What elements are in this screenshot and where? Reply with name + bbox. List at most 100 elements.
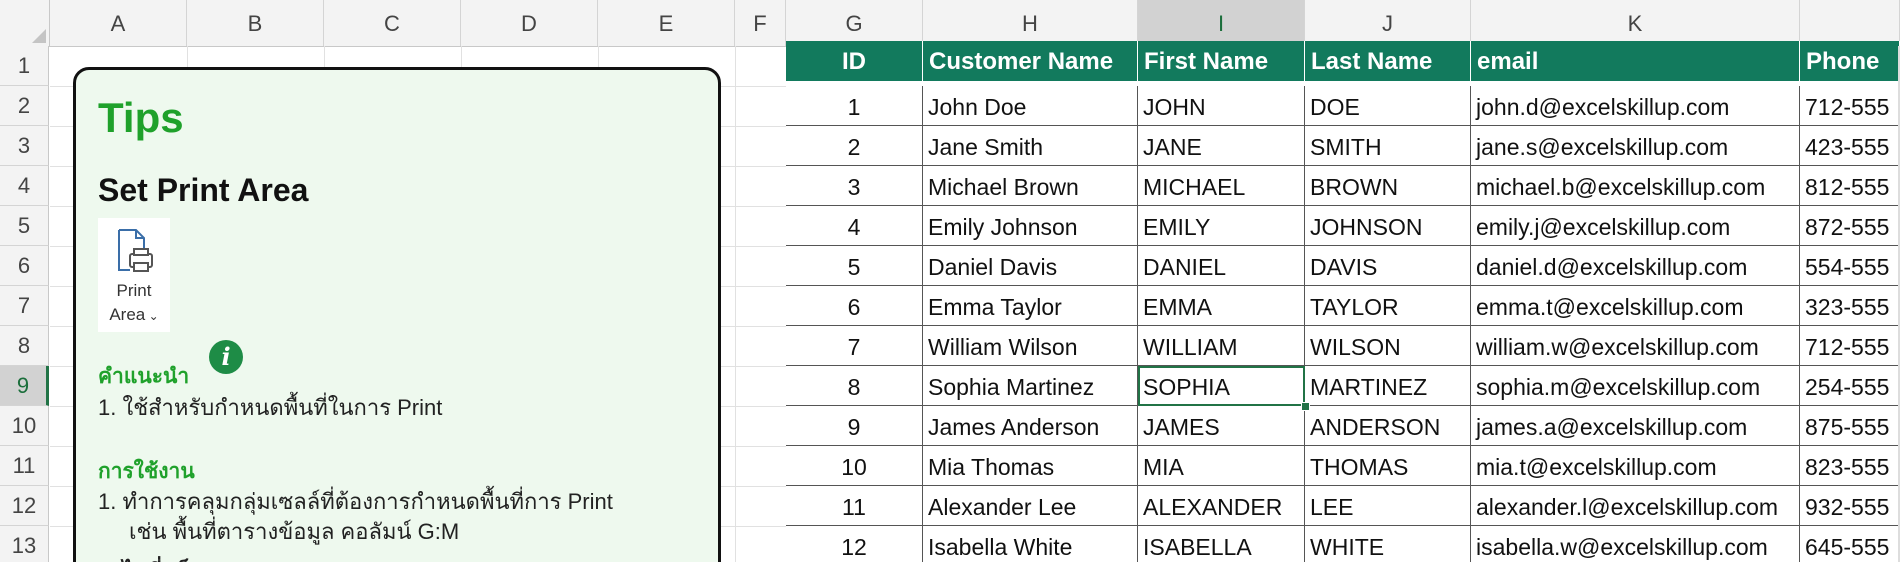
table-cell-email[interactable]: mia.t@excelskillup.com bbox=[1471, 446, 1800, 486]
row-header-5[interactable]: 5 bbox=[0, 206, 49, 246]
table-cell-customer-name[interactable]: Mia Thomas bbox=[923, 446, 1138, 486]
table-cell-customer-name[interactable]: John Doe bbox=[923, 86, 1138, 126]
table-cell-customer-name[interactable]: Emma Taylor bbox=[923, 286, 1138, 326]
table-cell-first-name[interactable]: JANE bbox=[1138, 126, 1305, 166]
table-cell-id[interactable]: 6 bbox=[786, 286, 923, 326]
table-cell-phone[interactable]: 875-555 bbox=[1800, 406, 1900, 446]
table-cell-id[interactable]: 10 bbox=[786, 446, 923, 486]
table-cell-id[interactable]: 8 bbox=[786, 366, 923, 406]
table-cell-id[interactable]: 3 bbox=[786, 166, 923, 206]
table-cell-last-name[interactable]: DAVIS bbox=[1305, 246, 1471, 286]
table-cell-last-name[interactable]: MARTINEZ bbox=[1305, 366, 1471, 406]
column-header-i[interactable]: I bbox=[1138, 0, 1305, 46]
row-header-7[interactable]: 7 bbox=[0, 286, 49, 326]
table-cell-email[interactable]: sophia.m@excelskillup.com bbox=[1471, 366, 1800, 406]
table-cell-last-name[interactable]: TAYLOR bbox=[1305, 286, 1471, 326]
fill-handle[interactable] bbox=[1301, 402, 1310, 411]
table-cell-email[interactable]: emily.j@excelskillup.com bbox=[1471, 206, 1800, 246]
table-cell-first-name[interactable]: EMILY bbox=[1138, 206, 1305, 246]
column-header-h[interactable]: H bbox=[923, 0, 1138, 46]
table-cell-customer-name[interactable]: James Anderson bbox=[923, 406, 1138, 446]
table-cell-phone[interactable]: 554-555 bbox=[1800, 246, 1900, 286]
column-header-c[interactable]: C bbox=[324, 0, 461, 46]
table-cell-id[interactable]: 2 bbox=[786, 126, 923, 166]
table-cell-last-name[interactable]: JOHNSON bbox=[1305, 206, 1471, 246]
table-cell-email[interactable]: james.a@excelskillup.com bbox=[1471, 406, 1800, 446]
table-header-customer-name[interactable]: Customer Name bbox=[923, 41, 1138, 81]
column-header-k[interactable]: K bbox=[1471, 0, 1800, 46]
print-area-button[interactable]: Print Area ⌄ bbox=[98, 218, 170, 332]
table-header-id[interactable]: ID bbox=[786, 41, 923, 81]
select-all-corner[interactable] bbox=[0, 0, 50, 46]
table-cell-email[interactable]: john.d@excelskillup.com bbox=[1471, 86, 1800, 126]
row-header-1[interactable]: 1 bbox=[0, 46, 49, 86]
table-cell-first-name[interactable]: MIA bbox=[1138, 446, 1305, 486]
table-cell-last-name[interactable]: WHITE bbox=[1305, 526, 1471, 562]
table-cell-customer-name[interactable]: Isabella White bbox=[923, 526, 1138, 562]
table-cell-first-name[interactable]: SOPHIA bbox=[1138, 366, 1305, 406]
table-cell-phone[interactable]: 712-555 bbox=[1800, 326, 1900, 366]
table-cell-customer-name[interactable]: William Wilson bbox=[923, 326, 1138, 366]
table-cell-customer-name[interactable]: Jane Smith bbox=[923, 126, 1138, 166]
table-cell-last-name[interactable]: LEE bbox=[1305, 486, 1471, 526]
row-header-6[interactable]: 6 bbox=[0, 246, 49, 286]
table-header-phone[interactable]: Phone bbox=[1800, 41, 1900, 81]
table-cell-first-name[interactable]: MICHAEL bbox=[1138, 166, 1305, 206]
table-cell-phone[interactable]: 932-555 bbox=[1800, 486, 1900, 526]
table-cell-id[interactable]: 1 bbox=[786, 86, 923, 126]
row-header-12[interactable]: 12 bbox=[0, 486, 49, 526]
table-cell-id[interactable]: 12 bbox=[786, 526, 923, 562]
table-cell-first-name[interactable]: JOHN bbox=[1138, 86, 1305, 126]
table-cell-phone[interactable]: 812-555 bbox=[1800, 166, 1900, 206]
table-cell-first-name[interactable]: ALEXANDER bbox=[1138, 486, 1305, 526]
table-cell-email[interactable]: isabella.w@excelskillup.com bbox=[1471, 526, 1800, 562]
table-header-first-name[interactable]: First Name bbox=[1138, 41, 1305, 81]
row-header-8[interactable]: 8 bbox=[0, 326, 49, 366]
table-cell-email[interactable]: emma.t@excelskillup.com bbox=[1471, 286, 1800, 326]
row-header-3[interactable]: 3 bbox=[0, 126, 49, 166]
table-cell-phone[interactable]: 323-555 bbox=[1800, 286, 1900, 326]
table-cell-first-name[interactable]: DANIEL bbox=[1138, 246, 1305, 286]
table-cell-phone[interactable]: 423-555 bbox=[1800, 126, 1900, 166]
row-header-4[interactable]: 4 bbox=[0, 166, 49, 206]
table-cell-phone[interactable]: 712-555 bbox=[1800, 86, 1900, 126]
row-header-13[interactable]: 13 bbox=[0, 526, 49, 562]
table-cell-first-name[interactable]: JAMES bbox=[1138, 406, 1305, 446]
column-header-e[interactable]: E bbox=[598, 0, 735, 46]
column-header-j[interactable]: J bbox=[1305, 0, 1471, 46]
table-cell-first-name[interactable]: EMMA bbox=[1138, 286, 1305, 326]
table-cell-last-name[interactable]: SMITH bbox=[1305, 126, 1471, 166]
table-cell-last-name[interactable]: DOE bbox=[1305, 86, 1471, 126]
table-cell-first-name[interactable]: ISABELLA bbox=[1138, 526, 1305, 562]
table-cell-customer-name[interactable]: Emily Johnson bbox=[923, 206, 1138, 246]
column-header-d[interactable]: D bbox=[461, 0, 598, 46]
table-cell-customer-name[interactable]: Sophia Martinez bbox=[923, 366, 1138, 406]
table-cell-id[interactable]: 4 bbox=[786, 206, 923, 246]
table-cell-last-name[interactable]: ANDERSON bbox=[1305, 406, 1471, 446]
table-cell-customer-name[interactable]: Daniel Davis bbox=[923, 246, 1138, 286]
table-cell-phone[interactable]: 823-555 bbox=[1800, 446, 1900, 486]
table-cell-customer-name[interactable]: Michael Brown bbox=[923, 166, 1138, 206]
table-cell-email[interactable]: william.w@excelskillup.com bbox=[1471, 326, 1800, 366]
row-header-11[interactable]: 11 bbox=[0, 446, 49, 486]
column-header-g[interactable]: G bbox=[786, 0, 923, 46]
table-cell-phone[interactable]: 645-555 bbox=[1800, 526, 1900, 562]
table-cell-email[interactable]: michael.b@excelskillup.com bbox=[1471, 166, 1800, 206]
table-cell-id[interactable]: 7 bbox=[786, 326, 923, 366]
column-header-b[interactable]: B bbox=[187, 0, 324, 46]
column-header-f[interactable]: F bbox=[735, 0, 786, 46]
table-cell-last-name[interactable]: BROWN bbox=[1305, 166, 1471, 206]
table-cell-email[interactable]: alexander.l@excelskillup.com bbox=[1471, 486, 1800, 526]
table-cell-id[interactable]: 11 bbox=[786, 486, 923, 526]
table-cell-email[interactable]: daniel.d@excelskillup.com bbox=[1471, 246, 1800, 286]
table-cell-last-name[interactable]: THOMAS bbox=[1305, 446, 1471, 486]
table-cell-phone[interactable]: 872-555 bbox=[1800, 206, 1900, 246]
column-header-a[interactable]: A bbox=[50, 0, 187, 46]
row-header-9[interactable]: 9 bbox=[0, 366, 49, 406]
column-header-l[interactable] bbox=[1800, 0, 1900, 46]
row-header-10[interactable]: 10 bbox=[0, 406, 49, 446]
table-cell-id[interactable]: 9 bbox=[786, 406, 923, 446]
row-header-2[interactable]: 2 bbox=[0, 86, 49, 126]
table-cell-last-name[interactable]: WILSON bbox=[1305, 326, 1471, 366]
table-cell-email[interactable]: jane.s@excelskillup.com bbox=[1471, 126, 1800, 166]
